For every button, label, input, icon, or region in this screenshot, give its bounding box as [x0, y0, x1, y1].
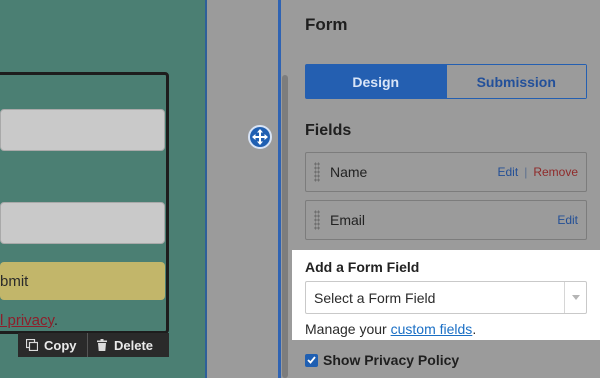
form-preview-submit-button[interactable]: bmit: [0, 262, 165, 300]
privacy-link[interactable]: l privacy: [0, 312, 54, 329]
privacy-suffix: .: [53, 312, 59, 329]
move-icon[interactable]: [248, 125, 272, 149]
form-field-select[interactable]: Select a Form Field: [305, 281, 587, 314]
panel-title: Form: [305, 15, 348, 34]
remove-field-button[interactable]: Remove: [533, 165, 578, 179]
tab-submission[interactable]: Submission: [445, 65, 586, 98]
field-row-email[interactable]: Email Edit: [305, 200, 587, 240]
add-form-field-card: Add a Form Field Select a Form Field Man…: [292, 250, 600, 340]
field-row-name[interactable]: Name Edit | Remove: [305, 152, 587, 192]
chevron-down-icon[interactable]: [564, 282, 586, 313]
form-preview-privacy-text: l privacy.: [0, 312, 58, 329]
panel-scrollbar[interactable]: [281, 0, 289, 378]
edit-field-button[interactable]: Edit: [557, 213, 578, 227]
delete-label: Delete: [114, 337, 154, 353]
canvas-preview: bmit l privacy. Copy Delete: [0, 0, 206, 378]
copy-button[interactable]: Copy: [18, 333, 88, 357]
copy-icon: [25, 338, 39, 352]
privacy-policy-option[interactable]: Show Privacy Policy: [305, 352, 459, 368]
panel-tabs: Design Submission: [305, 64, 587, 99]
canvas-gutter: [207, 0, 280, 378]
custom-fields-link[interactable]: custom fields: [391, 321, 473, 337]
trash-icon: [96, 339, 108, 351]
action-separator: |: [524, 165, 528, 179]
privacy-policy-label: Show Privacy Policy: [323, 352, 460, 368]
submit-label: bmit: [0, 272, 29, 290]
manage-custom-fields-text: Manage your custom fields.: [305, 321, 476, 337]
select-value: Select a Form Field: [314, 289, 436, 306]
delete-button[interactable]: Delete: [88, 333, 161, 357]
block-toolbar: Copy Delete: [18, 333, 169, 357]
fields-heading: Fields: [305, 122, 352, 139]
tab-design[interactable]: Design: [306, 65, 446, 98]
manage-suffix: .: [472, 321, 477, 337]
field-label: Email: [330, 212, 366, 228]
add-field-title: Add a Form Field: [305, 259, 420, 275]
settings-panel: Form Design Submission Fields Name Edit …: [289, 0, 600, 378]
form-preview-email-input[interactable]: [0, 202, 165, 244]
manage-prefix: Manage your: [305, 321, 391, 337]
copy-label: Copy: [44, 337, 77, 353]
edit-field-button[interactable]: Edit: [498, 165, 519, 179]
drag-handle-icon[interactable]: [314, 210, 320, 230]
drag-handle-icon[interactable]: [314, 162, 320, 182]
form-preview-name-input[interactable]: [0, 109, 165, 151]
field-label: Name: [330, 164, 368, 180]
scrollbar-thumb[interactable]: [282, 75, 288, 378]
checkbox-checked-icon[interactable]: [305, 353, 318, 367]
